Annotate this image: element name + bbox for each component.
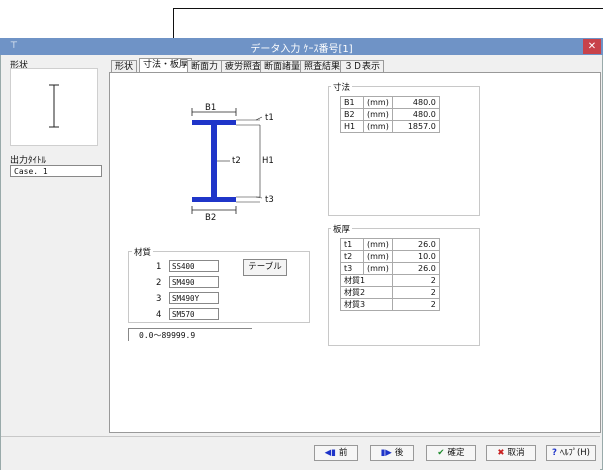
dimension-group-label: 寸法 <box>331 81 353 93</box>
close-button[interactable]: ✕ <box>583 39 601 54</box>
thickness-group-label: 板厚 <box>331 223 353 235</box>
input-range-hint: 0.0～89999.9 <box>128 328 252 341</box>
label-h1: H1 <box>262 156 274 166</box>
dim-name: B1 <box>340 96 364 109</box>
thk-value-material1[interactable]: 2 <box>391 274 440 287</box>
table-row: 材質2 2 <box>340 286 440 299</box>
prev-button[interactable]: ◀▮ 前 <box>314 445 358 461</box>
table-row: B2 (mm) 480.0 <box>340 108 440 121</box>
material-no: 4 <box>156 310 162 320</box>
label-b1: B1 <box>205 103 217 113</box>
label-t3: t3 <box>265 195 274 205</box>
thickness-table: t1 (mm) 26.0 t2 (mm) 10.0 t3 (mm) 26.0 材… <box>340 238 440 311</box>
label-t1: t1 <box>265 113 274 123</box>
thk-value-t1[interactable]: 26.0 <box>391 238 440 251</box>
thk-value-t2[interactable]: 10.0 <box>391 250 440 263</box>
table-row: t1 (mm) 26.0 <box>340 238 440 251</box>
window-title: データ入力 ｹｰｽ番号[1] <box>250 44 353 55</box>
material-no: 3 <box>156 294 162 304</box>
ok-label: 確定 <box>447 448 465 458</box>
thk-name: 材質3 <box>340 298 393 311</box>
dim-unit: (mm) <box>363 96 393 109</box>
cross-icon: ✖ <box>497 448 505 458</box>
table-row: H1 (mm) 1857.0 <box>340 120 440 133</box>
thk-unit: (mm) <box>363 250 393 263</box>
cancel-button[interactable]: ✖ 取消 <box>486 445 536 461</box>
dim-value-h1[interactable]: 1857.0 <box>391 120 440 133</box>
material-no: 1 <box>156 262 162 272</box>
dim-value-b1[interactable]: 480.0 <box>391 96 440 109</box>
check-icon: ✔ <box>437 448 445 458</box>
ok-button[interactable]: ✔ 確定 <box>426 445 476 461</box>
material-input-3[interactable]: SM490Y <box>169 292 219 304</box>
i-beam-icon <box>49 84 59 128</box>
thk-name: t3 <box>340 262 364 275</box>
material-input-4[interactable]: SM570 <box>169 308 219 320</box>
thk-unit: (mm) <box>363 262 393 275</box>
table-row: 材質1 2 <box>340 274 440 287</box>
dim-name: B2 <box>340 108 364 121</box>
next-label: 後 <box>394 448 404 458</box>
shape-preview <box>10 68 98 146</box>
tab-dimension-thickness[interactable]: 寸法・板厚 <box>139 58 193 73</box>
material-group-label: 材質 <box>132 246 154 258</box>
dimension-table: B1 (mm) 480.0 B2 (mm) 480.0 H1 (mm) 1857… <box>340 96 440 133</box>
thk-unit: (mm) <box>363 238 393 251</box>
prev-label: 前 <box>338 448 348 458</box>
label-b2: B2 <box>205 213 217 223</box>
next-arrow-icon: ▮▶ <box>380 448 392 458</box>
output-title-input[interactable]: Case. 1 <box>10 165 102 177</box>
label-t2: t2 <box>232 156 241 166</box>
next-button[interactable]: ▮▶ 後 <box>370 445 414 461</box>
table-button[interactable]: テーブル <box>243 259 287 276</box>
material-input-2[interactable]: SM490 <box>169 276 219 288</box>
thk-value-material2[interactable]: 2 <box>391 286 440 299</box>
thk-name: t1 <box>340 238 364 251</box>
dim-unit: (mm) <box>363 108 393 121</box>
help-label: ﾍﾙﾌﾟ(H) <box>559 448 590 458</box>
thk-name: 材質1 <box>340 274 393 287</box>
thk-value-material3[interactable]: 2 <box>391 298 440 311</box>
dim-unit: (mm) <box>363 120 393 133</box>
table-row: B1 (mm) 480.0 <box>340 96 440 109</box>
prev-arrow-icon: ◀▮ <box>324 448 336 458</box>
help-button[interactable]: ? ﾍﾙﾌﾟ(H) <box>546 445 596 461</box>
table-row: t2 (mm) 10.0 <box>340 250 440 263</box>
material-no: 2 <box>156 278 162 288</box>
thk-value-t3[interactable]: 26.0 <box>391 262 440 275</box>
cancel-label: 取消 <box>507 448 525 458</box>
table-row: 材質3 2 <box>340 298 440 311</box>
dim-name: H1 <box>340 120 364 133</box>
dim-value-b2[interactable]: 480.0 <box>391 108 440 121</box>
thk-name: 材質2 <box>340 286 393 299</box>
help-icon: ? <box>552 448 557 458</box>
callout-line-horizontal <box>173 8 603 9</box>
thk-name: t2 <box>340 250 364 263</box>
material-input-1[interactable]: SS400 <box>169 260 219 272</box>
table-row: t3 (mm) 26.0 <box>340 262 440 275</box>
